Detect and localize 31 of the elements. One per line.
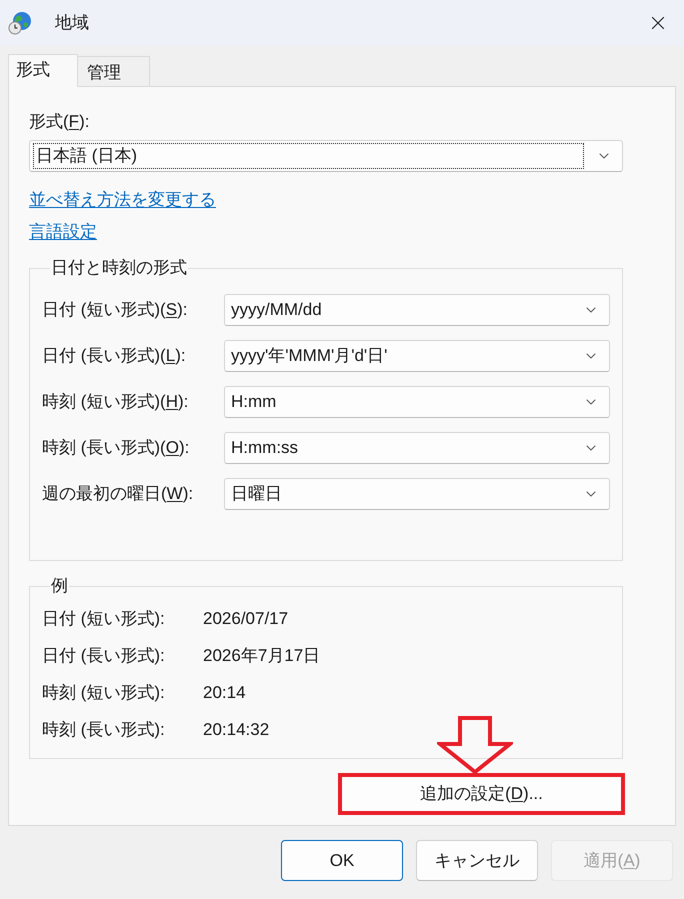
additional-settings-button[interactable]: 追加の設定(D)... [342,777,621,811]
group-title: 例 [50,575,69,597]
example-value: 2026/07/17 [203,608,288,630]
field-label: 時刻 (短い形式)(H): [42,391,190,414]
tab[interactable]: 形式 [8,54,78,87]
example-value: 20:14:32 [203,718,270,741]
field-label: 日付 (長い形式)(L): [42,345,187,368]
dialog-button[interactable]: キャンセル [416,840,538,881]
format-dropdown[interactable]: H:mm:ss [224,432,610,464]
example-value: 20:14 [203,682,246,704]
example-label: 日付 (短い形式): [42,608,166,630]
field-label: 時刻 (長い形式)(O): [42,437,190,460]
dialog-button[interactable]: OK [281,840,403,881]
example-label: 時刻 (長い形式): [42,718,166,741]
format-dropdown[interactable]: yyyy'年'MMM'月'd'日' [224,340,610,372]
window-title: 地域 [55,12,89,34]
tab[interactable]: 管理 [78,56,150,86]
format-dropdown[interactable]: 日本語 (日本) [29,140,623,172]
format-dropdown[interactable]: H:mm [224,386,610,418]
field-label: 日付 (短い形式)(S): [42,299,188,322]
globe-clock-icon [8,11,32,35]
group-title: 日付と時刻の形式 [50,257,188,279]
format-dropdown[interactable]: 日曜日 [224,478,610,510]
link[interactable]: 言語設定 [29,221,97,243]
example-label: 日付 (長い形式): [42,644,166,667]
field-label: 週の最初の曜日(W): [42,483,194,506]
example-label: 時刻 (短い形式): [42,682,166,704]
link[interactable]: 並べ替え方法を変更する [29,189,216,211]
example-value: 2026年7月17日 [203,644,320,667]
format-dropdown[interactable]: yyyy/MM/dd [224,294,610,326]
format-label: 形式(F): [29,112,90,132]
